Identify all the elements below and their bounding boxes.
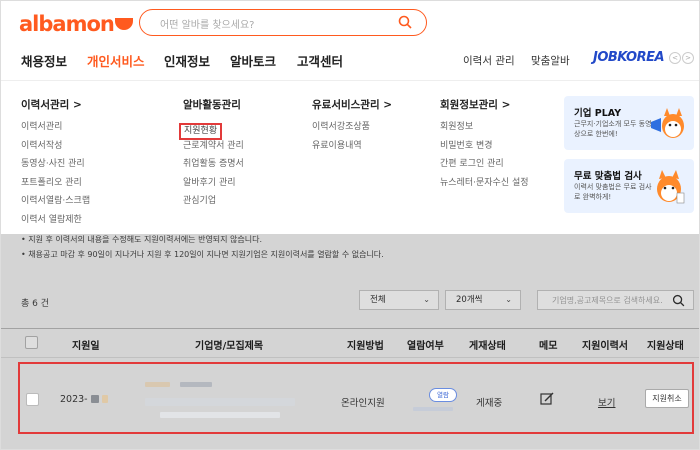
- nav-personal-service[interactable]: 개인서비스: [87, 51, 145, 70]
- redacted-date: [91, 395, 99, 403]
- col-method: 지원방법: [347, 341, 384, 352]
- status-filter-value: 전체: [370, 295, 386, 305]
- nav-albatalk[interactable]: 알바토크: [230, 51, 276, 70]
- menu-item[interactable]: 취업활동 증명서: [183, 155, 244, 174]
- row-post-status: 게재중: [476, 398, 503, 409]
- search-icon[interactable]: [398, 15, 412, 29]
- prev-arrow-icon[interactable]: <: [669, 52, 681, 64]
- notice-line-2: • 채용공고 마감 후 90일이 지나거나 지원 후 120일이 지나면 지원기…: [21, 250, 384, 259]
- promo-title: 기업 PLAY: [574, 108, 622, 119]
- nav-recruit[interactable]: 채용정보: [21, 51, 67, 70]
- col-company: 기업명/모집제목: [195, 341, 264, 352]
- menu-col-member: 회원정보관리 > 회원정보 비밀번호 변경 간편 로그인 관리 뉴스레터·문자수…: [440, 97, 529, 192]
- mega-menu: 이력서관리 > 이력서관리 이력서작성 동영상·사진 관리 포트폴리오 관리 이…: [1, 80, 699, 234]
- notice-line-1: • 지원 후 이력서의 내용을 수정해도 지원이력서에는 반영되지 않습니다.: [21, 235, 263, 244]
- redacted-company: [180, 382, 212, 387]
- albamon-logo[interactable]: albamon: [19, 12, 133, 36]
- total-count: 총 6 건: [21, 299, 50, 309]
- row-date: 2023-: [60, 394, 88, 405]
- promo-title: 무료 맞춤법 검사: [574, 171, 642, 182]
- redacted-title[interactable]: [145, 398, 295, 406]
- menu-col-activity: 알바활동관리 지원현황 근로계약서 관리 취업활동 증명서 알바후기 관리 관심…: [179, 97, 244, 211]
- watermelon-icon: [114, 18, 133, 30]
- menu-item[interactable]: 간편 로그인 관리: [440, 155, 529, 174]
- menu-item[interactable]: 동영상·사진 관리: [21, 155, 90, 174]
- chevron-down-icon: ⌄: [423, 295, 430, 304]
- promo-desc: 근무지·기업소개 모두 동영상으로 한번에!: [574, 120, 652, 138]
- search-icon[interactable]: [672, 294, 685, 307]
- menu-item[interactable]: 관심기업: [183, 192, 244, 211]
- promo-spell-check[interactable]: 무료 맞춤법 검사 이력서 맞춤법은 무료 검사로 완벽하게!: [564, 159, 694, 213]
- menu-item[interactable]: 이력서관리: [21, 118, 90, 137]
- read-badge: 열람: [429, 388, 457, 402]
- menu-title-paid[interactable]: 유료서비스관리 >: [312, 97, 392, 112]
- menu-item[interactable]: 근로계약서 관리: [183, 137, 244, 156]
- cancel-application-button[interactable]: 지원취소: [645, 389, 689, 408]
- company-search-input[interactable]: 기업명,공고제목으로 검색하세요.: [537, 290, 694, 310]
- menu-item[interactable]: 이력서열람·스크랩: [21, 192, 90, 211]
- redacted-company: [145, 382, 170, 387]
- col-status: 게재상태: [469, 341, 506, 352]
- menu-item[interactable]: 비밀번호 변경: [440, 137, 529, 156]
- nav-talent[interactable]: 인재정보: [164, 51, 210, 70]
- redacted-read-date: [413, 407, 453, 411]
- company-search-placeholder: 기업명,공고제목으로 검색하세요.: [552, 296, 663, 305]
- col-read: 열람여부: [407, 341, 444, 352]
- select-all-checkbox[interactable]: [25, 336, 38, 349]
- menu-item[interactable]: 회원정보: [440, 118, 529, 137]
- app-frame: albamon 어떤 알바를 찾으세요? 채용정보 개인서비스 인재정보 알바토…: [0, 0, 700, 450]
- next-arrow-icon[interactable]: >: [682, 52, 694, 64]
- menu-item[interactable]: 유료이용내역: [312, 137, 392, 156]
- menu-item[interactable]: 이력서 열람제한: [21, 211, 90, 230]
- menu-title-resume[interactable]: 이력서관리 >: [21, 97, 90, 112]
- page-size-select[interactable]: 20개씩 ⌄: [445, 290, 521, 310]
- menu-item[interactable]: 이력서작성: [21, 137, 90, 156]
- redacted-date: [102, 395, 108, 403]
- menu-title-member[interactable]: 회원정보관리 >: [440, 97, 529, 112]
- promo-company-play[interactable]: 기업 PLAY 근무지·기업소개 모두 동영상으로 한번에!: [564, 96, 694, 150]
- menu-item[interactable]: 포트폴리오 관리: [21, 174, 90, 193]
- cat-character-icon: [657, 170, 685, 204]
- view-resume-link[interactable]: 보기: [598, 395, 615, 409]
- edit-memo-icon[interactable]: [540, 392, 554, 406]
- cat-megaphone-icon: [651, 108, 684, 138]
- table-row: 2023- 온라인지원 열람 게재중 보기 지원취소: [18, 362, 694, 434]
- search-input[interactable]: 어떤 알바를 찾으세요?: [160, 16, 254, 31]
- redacted-title: [160, 412, 280, 418]
- search-bar[interactable]: 어떤 알바를 찾으세요?: [139, 9, 427, 36]
- menu-title-activity[interactable]: 알바활동관리: [183, 97, 244, 112]
- menu-item[interactable]: 알바후기 관리: [183, 174, 244, 193]
- logo-text: albamon: [19, 12, 115, 36]
- menu-item[interactable]: 이력서강조상품: [312, 118, 392, 137]
- col-date: 지원일: [72, 341, 100, 352]
- col-resume: 지원이력서: [582, 341, 628, 352]
- menu-item[interactable]: 뉴스레터·문자수신 설정: [440, 174, 529, 193]
- menu-col-resume: 이력서관리 > 이력서관리 이력서작성 동영상·사진 관리 포트폴리오 관리 이…: [21, 97, 90, 229]
- page-size-value: 20개씩: [456, 295, 483, 305]
- global-nav: 채용정보 개인서비스 인재정보 알바토크 고객센터 이력서 관리 맞춤알바 JO…: [1, 45, 699, 77]
- nav-customer-center[interactable]: 고객센터: [297, 51, 343, 70]
- custom-alba-link[interactable]: 맞춤알바: [531, 53, 570, 68]
- status-filter-select[interactable]: 전체 ⌄: [359, 290, 439, 310]
- resume-manage-link[interactable]: 이력서 관리: [463, 53, 515, 68]
- row-method: 온라인지원: [341, 398, 385, 409]
- chevron-down-icon: ⌄: [505, 295, 512, 304]
- col-apply-status: 지원상태: [647, 341, 684, 352]
- promo-desc: 이력서 맞춤법은 무료 검사로 완벽하게!: [574, 183, 652, 201]
- jobkorea-logo[interactable]: JOBKOREA: [593, 50, 665, 65]
- table-header: 지원일 기업명/모집제목 지원방법 열람여부 게재상태 메모 지원이력서 지원상…: [1, 328, 699, 358]
- row-checkbox[interactable]: [26, 393, 39, 406]
- menu-col-paid: 유료서비스관리 > 이력서강조상품 유료이용내역: [312, 97, 392, 155]
- col-memo: 메모: [539, 341, 558, 352]
